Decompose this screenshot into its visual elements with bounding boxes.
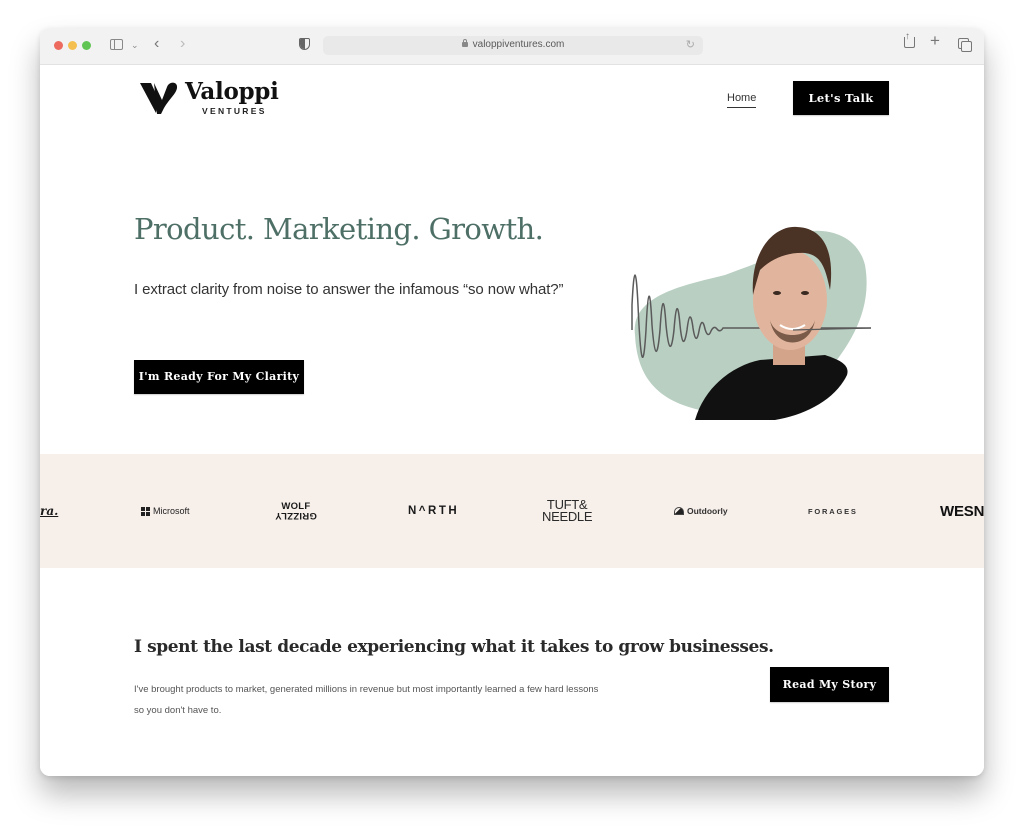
hero-illustration [631,226,872,420]
chevron-down-icon[interactable]: ⌄ [131,38,139,52]
client-logos-band: ra. Microsoft WOLF GRIZZLY N^RTH TUFT& N… [40,454,984,568]
browser-toolbar: ⌄ ‹ › valoppiventures.com ↻ + [40,28,984,65]
microsoft-label: Microsoft [153,506,190,516]
client-logo-forages: FORAGES [808,506,858,516]
close-window-button[interactable] [54,41,63,50]
client-logo-partial: ra. [40,504,59,518]
nav-home-link[interactable]: Home [727,92,757,108]
read-my-story-button[interactable]: Read My Story [770,667,889,702]
tabs-icon[interactable] [958,38,972,52]
lets-talk-button[interactable]: Let's Talk [793,81,889,115]
microsoft-icon [141,506,150,516]
shield-icon[interactable] [299,38,310,50]
story-title: I spent the last decade experiencing wha… [134,637,774,657]
outdoorly-label: Outdoorly [687,506,728,516]
logo-subtitle: VENTURES [202,106,267,116]
zoom-window-button[interactable] [82,41,91,50]
forward-icon[interactable]: › [180,36,185,52]
back-icon[interactable]: ‹ [154,36,159,52]
client-logo-tuft-needle: TUFT& NEEDLE [542,454,593,568]
url-text: valoppiventures.com [472,39,565,50]
reload-icon[interactable]: ↻ [686,38,695,51]
browser-window: ⌄ ‹ › valoppiventures.com ↻ + Valoppi VE… [40,28,984,776]
address-bar[interactable]: valoppiventures.com ↻ [323,36,703,55]
hero-subtitle: I extract clarity from noise to answer t… [134,281,564,298]
needle-label: NEEDLE [542,509,593,524]
lock-icon [461,39,468,47]
ready-for-clarity-button[interactable]: I'm Ready For My Clarity [134,360,304,394]
logo-mark-icon [140,82,178,114]
share-icon[interactable] [904,30,915,48]
web-page: Valoppi VENTURES Home Let's Talk Product… [40,65,984,776]
client-logo-outdoorly: Outdoorly [674,454,728,568]
sidebar-icon[interactable] [110,39,123,50]
site-logo[interactable]: Valoppi VENTURES [140,78,290,120]
minimize-window-button[interactable] [68,41,77,50]
hero-title: Product. Marketing. Growth. [134,212,544,246]
client-logo-wesn: WESN [940,502,984,520]
url-display[interactable]: valoppiventures.com [323,39,703,50]
client-logo-north: N^RTH [408,505,460,517]
grizzly-label: GRIZZLY [275,510,317,521]
mountain-icon [674,507,684,515]
client-logo-microsoft: Microsoft [141,454,190,568]
story-text: I've brought products to market, generat… [134,684,599,716]
client-logo-wolf-grizzly: WOLF GRIZZLY [275,454,317,568]
new-tab-icon[interactable]: + [930,32,940,49]
logo-name: Valoppi [185,78,279,105]
